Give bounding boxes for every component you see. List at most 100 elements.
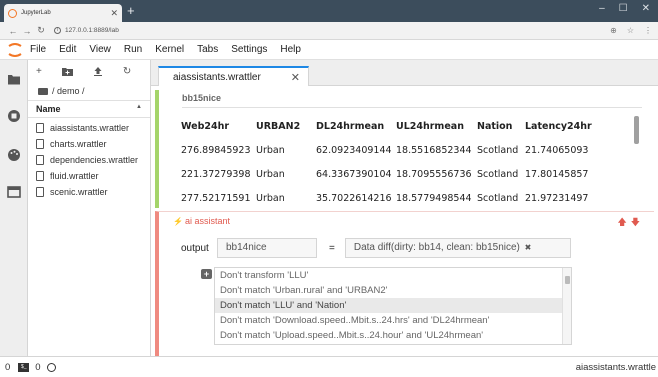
close-window-icon[interactable]: ✕ (642, 3, 650, 14)
maximize-icon[interactable]: ☐ (619, 3, 628, 14)
menu-run[interactable]: Run (124, 44, 142, 55)
address-bar-actions: ⊕ ☆ ⋮ (610, 26, 652, 35)
file-icon (36, 123, 44, 133)
minimize-icon[interactable]: – (599, 3, 605, 14)
url-field[interactable]: i 127.0.0.1:8889/lab (54, 27, 610, 34)
output-row: output bb14nice = Data diff(dirty: bb14,… (181, 238, 571, 258)
file-icon (36, 139, 44, 149)
file-item[interactable]: charts.wrattler (28, 136, 150, 152)
status-document-name: aiassistants.wrattle (575, 362, 656, 373)
suggestion-item[interactable]: Don't match 'Urban.rural' and 'URBAN2' (215, 283, 563, 298)
new-folder-icon[interactable] (61, 67, 73, 76)
file-item[interactable]: scenic.wrattler (28, 184, 150, 200)
table-cell: Urban (256, 168, 285, 180)
sort-caret-icon[interactable]: ▲ (136, 104, 142, 114)
more-menu-icon[interactable]: ⋮ (644, 26, 652, 35)
tabs-icon[interactable] (7, 185, 21, 199)
magic-wand-icon: ⚡ (173, 216, 183, 226)
menu-view[interactable]: View (89, 44, 111, 55)
table-cell: Scotland (477, 192, 519, 204)
menu-kernel[interactable]: Kernel (155, 44, 184, 55)
suggestion-list[interactable]: Don't transform 'LLU' Don't match 'Urban… (214, 267, 572, 345)
document-tab-bar: aiassistants.wrattler ✕ (151, 60, 658, 87)
menu-file[interactable]: File (30, 44, 46, 55)
file-browser-toolbar: + ↻ (28, 60, 150, 82)
table-cell: Urban (256, 144, 285, 156)
table-row: 221.37279398 Urban 64.3367390104 18.7095… (181, 162, 615, 186)
suggestion-scrollbar[interactable] (562, 268, 571, 344)
browser-tab-title: JupyterLab (21, 10, 51, 16)
output-name-input[interactable]: bb14nice (217, 238, 317, 258)
suggestion-item[interactable]: Don't match 'Upload.speed..Mbit.s..24.ho… (215, 328, 563, 343)
name-column-header[interactable]: Name (36, 104, 61, 114)
add-suggestion-plus-icon[interactable]: + (201, 269, 212, 279)
running-stop-icon[interactable] (7, 109, 21, 123)
new-tab-plus-icon[interactable]: + (127, 4, 135, 18)
remove-x-icon[interactable]: ✖ (525, 243, 532, 252)
url-text: 127.0.0.1:8889/lab (65, 27, 119, 34)
table-cell: 276.89845923 (181, 144, 251, 156)
move-up-icon[interactable]: 🡅 (617, 217, 630, 227)
status-bar: 0 $_ 0 aiassistants.wrattle (0, 356, 658, 377)
table-cell: 21.97231497 (525, 192, 589, 204)
file-list-header[interactable]: Name ▲ (28, 100, 150, 118)
folder-icon[interactable] (7, 72, 21, 86)
ai-assistant-cell[interactable]: ⚡ ai assistant 🡅🡇 output bb14nice = Data… (155, 211, 654, 356)
column-header: Nation (477, 120, 513, 132)
file-item[interactable]: fluid.wrattler (28, 168, 150, 184)
scrollbar-thumb[interactable] (565, 276, 570, 284)
document-tab-label: aiassistants.wrattler (173, 72, 261, 83)
column-header: Latency24hr (525, 120, 592, 132)
zoom-icon[interactable]: ⊕ (610, 26, 617, 35)
terminal-icon[interactable]: $_ (18, 362, 30, 372)
expression-box[interactable]: Data diff(dirty: bb14, clean: bb15nice) … (344, 238, 571, 258)
data-cell[interactable]: bb15nice Web24hr URBAN2 DL24hrmean UL24h… (155, 90, 654, 208)
column-header: Web24hr (181, 120, 230, 132)
menu-help[interactable]: Help (280, 44, 301, 55)
new-launcher-icon[interactable]: + (36, 66, 42, 77)
table-scrollbar[interactable] (634, 116, 639, 144)
menu-tabs[interactable]: Tabs (197, 44, 218, 55)
close-icon[interactable]: ✕ (110, 8, 118, 18)
suggestion-item[interactable]: Don't transform 'LLU' (215, 268, 563, 283)
refresh-icon[interactable]: ↻ (123, 66, 131, 77)
cell-title: bb15nice (182, 93, 222, 103)
globe-icon[interactable] (46, 362, 56, 372)
table-cell: Urban (256, 192, 285, 204)
suggestion-item-selected[interactable]: Don't match 'LLU' and 'Nation' (215, 298, 563, 313)
upload-icon[interactable] (93, 66, 103, 76)
document-tab[interactable]: aiassistants.wrattler ✕ (158, 66, 309, 87)
menu-bar: File Edit View Run Kernel Tabs Settings … (0, 40, 658, 60)
terminal-count: 0 (35, 361, 41, 373)
palette-icon[interactable] (7, 148, 21, 162)
menu-edit[interactable]: Edit (59, 44, 76, 55)
browser-tab[interactable]: JupyterLab ✕ (4, 4, 122, 22)
menu-settings[interactable]: Settings (231, 44, 267, 55)
star-icon[interactable]: ☆ (627, 26, 634, 35)
file-item[interactable]: dependencies.wrattler (28, 152, 150, 168)
table-cell: 221.37279398 (181, 168, 251, 180)
table-cell: Scotland (477, 168, 519, 180)
suggestion-item[interactable]: Don't match 'Download.speed..Mbit.s..24.… (215, 313, 563, 328)
file-item[interactable]: aiassistants.wrattler (28, 120, 150, 136)
file-browser: + ↻ / demo / Name ▲ aiassistants.wrattle… (28, 60, 151, 356)
table-cell: Scotland (477, 144, 519, 156)
breadcrumb: / demo / (28, 82, 150, 100)
file-icon (36, 171, 44, 181)
back-arrow-icon[interactable]: ← (6, 26, 20, 36)
cell-move-controls: 🡅🡇 (617, 215, 644, 231)
column-header: DL24hrmean (316, 120, 385, 132)
breadcrumb-path[interactable]: / demo / (52, 86, 85, 96)
jupyter-favicon-icon (8, 8, 17, 18)
forward-arrow-icon[interactable]: → (20, 26, 34, 36)
table-cell: 21.74065093 (525, 144, 589, 156)
notebook: bb15nice Web24hr URBAN2 DL24hrmean UL24h… (151, 86, 658, 356)
move-down-icon[interactable]: 🡇 (631, 217, 644, 227)
info-icon[interactable]: i (54, 27, 61, 34)
window-controls: – ☐ ✕ (599, 3, 650, 14)
reload-icon[interactable]: ↻ (34, 25, 48, 36)
close-icon[interactable]: ✕ (291, 71, 300, 84)
folder-icon[interactable] (38, 87, 48, 95)
file-icon (36, 187, 44, 197)
column-header: UL24hrmean (396, 120, 464, 132)
